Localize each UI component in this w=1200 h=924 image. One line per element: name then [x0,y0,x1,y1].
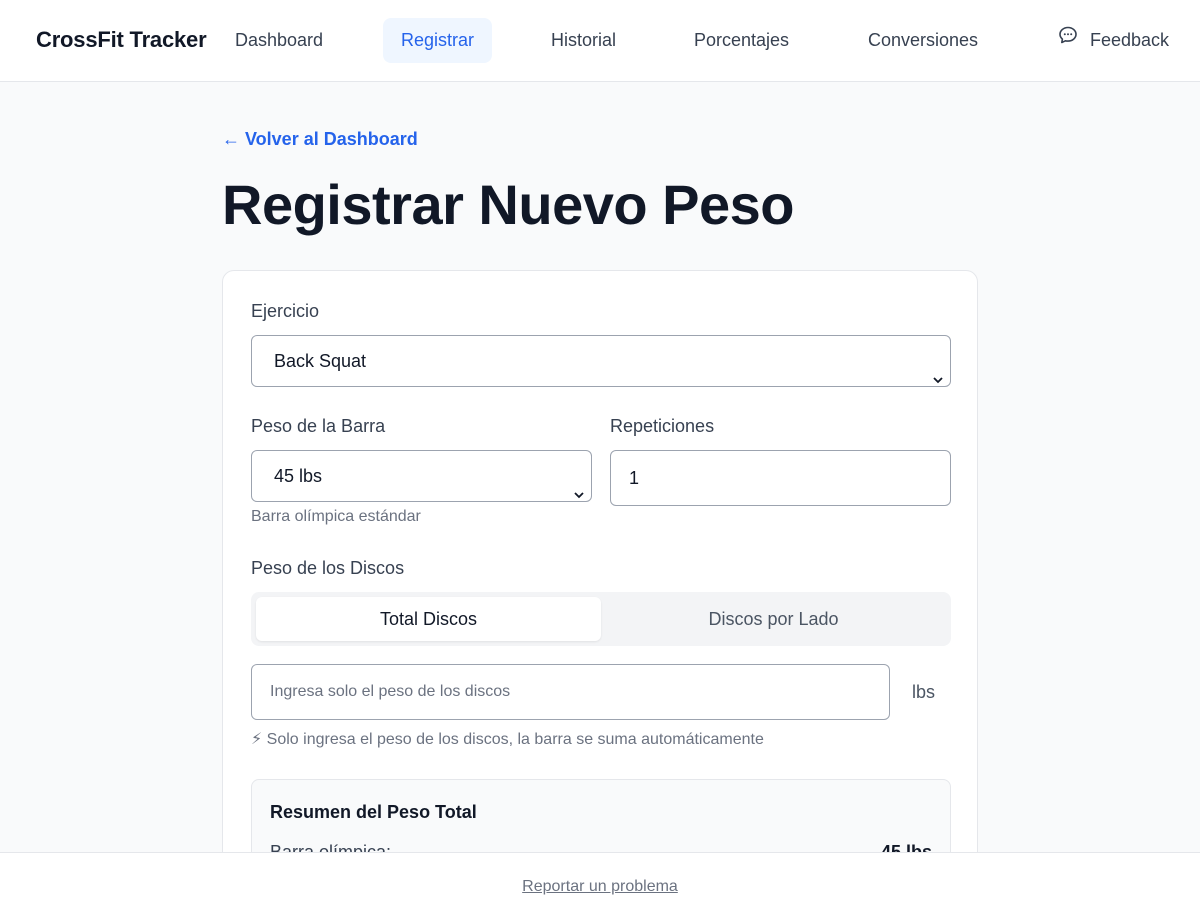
nav-registrar[interactable]: Registrar [383,18,493,63]
register-form-card: Ejercicio Back Squat Peso de la Barra 45… [222,270,978,924]
top-navigation: CrossFit Tracker Dashboard Registrar His… [0,0,1200,82]
report-problem-link[interactable]: Reportar un problema [0,878,1200,896]
exercise-label: Ejercicio [251,301,320,321]
tab-total-plates[interactable]: Total Discos [256,597,601,641]
feedback-label: Feedback [1090,30,1170,50]
chevron-down-icon [932,355,944,405]
bar-weight-help: Barra olímpica estándar [251,508,421,525]
page-title: Registrar Nuevo Peso [222,173,794,236]
tab-plates-per-side[interactable]: Discos por Lado [601,597,946,641]
back-to-dashboard-link[interactable]: ← Volver al Dashboard [222,129,418,150]
nav-historial[interactable]: Historial [533,18,634,63]
chat-bubble-icon [1058,17,1078,62]
footer: Reportar un problema [0,852,1200,924]
nav-porcentajes[interactable]: Porcentajes [676,18,807,63]
brand-logo[interactable]: CrossFit Tracker [36,27,207,53]
exercise-select[interactable]: Back Squat [251,335,951,387]
bar-weight-select-value: 45 lbs [274,466,323,486]
reps-label: Repeticiones [610,416,715,436]
bar-weight-select[interactable]: 45 lbs [251,450,592,502]
nav-dashboard[interactable]: Dashboard [217,18,341,63]
chevron-down-icon [573,470,585,520]
plates-mode-toggle: Total Discos Discos por Lado [251,592,951,646]
nav-conversiones[interactable]: Conversiones [850,18,996,63]
exercise-select-value: Back Squat [274,351,367,371]
plates-help: ⚡ Solo ingresa el peso de los discos, la… [251,731,764,748]
plates-weight-input[interactable]: Ingresa solo el peso de los discos [251,664,890,720]
reps-input[interactable]: 1 [610,450,951,506]
feedback-button[interactable]: Feedback [1040,18,1191,63]
bar-weight-label: Peso de la Barra [251,416,386,436]
plates-unit: lbs [912,682,936,702]
plates-weight-label: Peso de los Discos [251,558,405,578]
summary-title: Resumen del Peso Total [270,802,477,822]
